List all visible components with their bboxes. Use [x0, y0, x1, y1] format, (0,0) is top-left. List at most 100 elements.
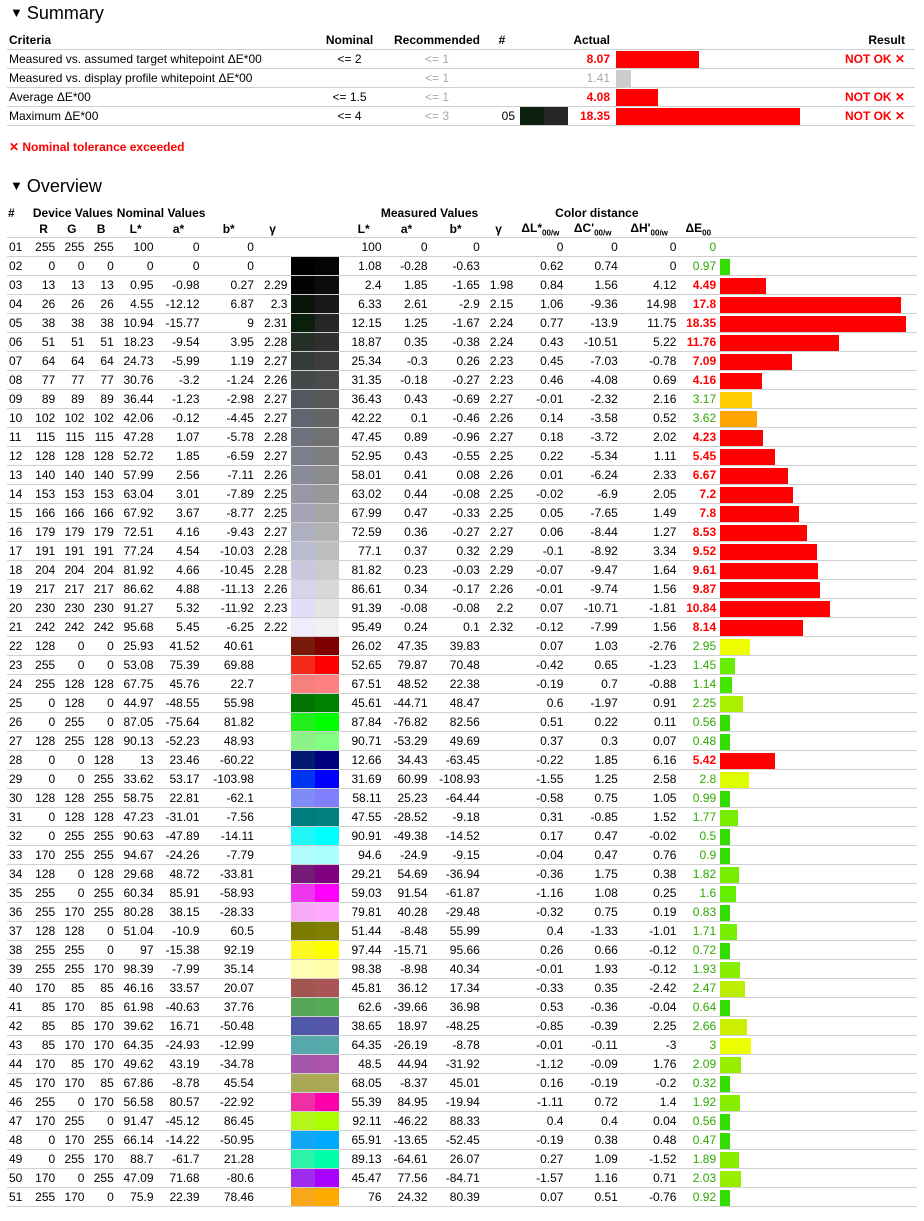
patch-number: 45	[7, 1073, 30, 1094]
device-g: 128	[57, 807, 87, 828]
measured-gamma: 2.27	[481, 427, 516, 448]
nominal-cell: <= 1.5	[312, 87, 387, 107]
measured-gamma: 1.98	[481, 275, 516, 296]
patch-number: 11	[7, 427, 30, 448]
device-g: 38	[57, 313, 87, 334]
delta-e: 0.83	[678, 902, 719, 923]
nominal-b: 6.87	[201, 294, 256, 315]
color-swatch	[289, 275, 344, 296]
measured-b: 17.34	[429, 978, 482, 999]
delta-c: 1.93	[565, 959, 620, 980]
result-header: Result	[812, 31, 915, 50]
measured-a: 0.24	[383, 617, 430, 638]
device-r: 255	[30, 655, 58, 676]
nominal-l: 58.75	[115, 788, 156, 809]
nominal-swatch	[291, 884, 316, 902]
delta-e-bar-cell	[718, 351, 917, 372]
delta-e: 0.92	[678, 1187, 719, 1208]
device-b: 26	[86, 294, 116, 315]
nominal-a: 4.88	[155, 579, 202, 600]
device-r: 85	[30, 997, 58, 1018]
delta-h: 0.11	[619, 712, 679, 733]
color-swatch	[289, 1130, 344, 1151]
delta-e: 5.45	[678, 446, 719, 467]
nominal-gamma	[255, 921, 290, 942]
measured-b: -1.65	[429, 275, 482, 296]
measured-a: 77.56	[383, 1168, 430, 1189]
measured-b: 0	[429, 237, 482, 258]
summary-title: Summary	[26, 3, 104, 23]
patch-number: 20	[7, 598, 30, 619]
measured-a: -39.66	[383, 997, 430, 1018]
summary-header[interactable]: ▼ Summary	[10, 3, 104, 24]
delta-e-bar-cell	[718, 1149, 917, 1170]
nominal-a: 85.91	[155, 883, 202, 904]
delta-e-bar	[720, 1037, 751, 1054]
device-r: 242	[30, 617, 58, 638]
nominal-swatch	[291, 1188, 316, 1206]
device-g: 170	[57, 1187, 87, 1208]
measured-a: 0.47	[383, 503, 430, 524]
nominal-b: -22.92	[201, 1092, 256, 1113]
nominal-l: 91.27	[115, 598, 156, 619]
delta-e-bar	[720, 600, 831, 617]
nominal-gamma	[255, 845, 290, 866]
nominal-swatch	[291, 257, 316, 275]
delta-c: 0.75	[565, 902, 620, 923]
delta-h: 2.02	[619, 427, 679, 448]
overview-header[interactable]: ▼ Overview	[10, 176, 102, 197]
nominal-a: 4.16	[155, 522, 202, 543]
measured-a: -8.48	[383, 921, 430, 942]
measured-gamma	[481, 864, 516, 885]
nominal-gamma	[255, 636, 290, 657]
nominal-swatch	[291, 827, 316, 845]
nominal-a: 38.15	[155, 902, 202, 923]
delta-l: 0.14	[515, 408, 566, 429]
nominal-a: 43.19	[155, 1054, 202, 1075]
nominal-b: 1.19	[201, 351, 256, 372]
delta-h: 1.05	[619, 788, 679, 809]
nominal-l: 49.62	[115, 1054, 156, 1075]
delta-e-bar	[720, 695, 743, 712]
delta-l: 0.22	[515, 446, 566, 467]
delta-l: 0.43	[515, 332, 566, 353]
delta-h: 0.04	[619, 1111, 679, 1132]
delta-c: -0.36	[565, 997, 620, 1018]
measured-l: 1.08	[343, 256, 384, 277]
measured-swatch	[315, 884, 340, 902]
nominal-l: 47.09	[115, 1168, 156, 1189]
measured-swatch	[315, 390, 340, 408]
nominal-gamma	[255, 902, 290, 923]
patch-number: 27	[7, 731, 30, 752]
table-row: 14 153 153 153 63.04 3.01 -7.89 2.25 63.02 0.44 -0…	[7, 484, 917, 505]
nominal-a: 4.66	[155, 560, 202, 581]
delta-h: 3.34	[619, 541, 679, 562]
device-g: 0	[57, 1092, 87, 1113]
device-g: 170	[57, 997, 87, 1018]
nominal-swatch	[291, 1074, 316, 1092]
delta-e-bar	[720, 258, 731, 275]
nominal-swatch	[291, 808, 316, 826]
color-swatch	[289, 579, 344, 600]
color-swatch	[289, 294, 344, 315]
delta-e-bar	[720, 1132, 731, 1149]
delta-l: -0.85	[515, 1016, 566, 1037]
nominal-swatch	[291, 314, 316, 332]
measured-l: 52.95	[343, 446, 384, 467]
measured-swatch	[315, 903, 340, 921]
delta-c: 0.22	[565, 712, 620, 733]
patch-number: 33	[7, 845, 30, 866]
actual-bar	[616, 88, 659, 106]
device-b: 255	[86, 902, 116, 923]
device-b: 170	[86, 959, 116, 980]
nominal-a: 4.54	[155, 541, 202, 562]
delta-l: -0.01	[515, 959, 566, 980]
delta-e-bar-cell	[718, 370, 917, 391]
table-row: 07 64 64 64 24.73 -5.99 1.19 2.27 25.34 -0.3 0.26 2…	[7, 351, 917, 372]
measured-l: 97.44	[343, 940, 384, 961]
nominal-swatch	[291, 846, 316, 864]
measured-gamma	[481, 636, 516, 657]
measured-a: 25.23	[383, 788, 430, 809]
delta-e-bar-cell	[718, 712, 917, 733]
table-row: 02 0 0 0 0 0 0 1.08 -0.28 -0.63 0.62 0.74 0 0.97	[7, 256, 917, 277]
